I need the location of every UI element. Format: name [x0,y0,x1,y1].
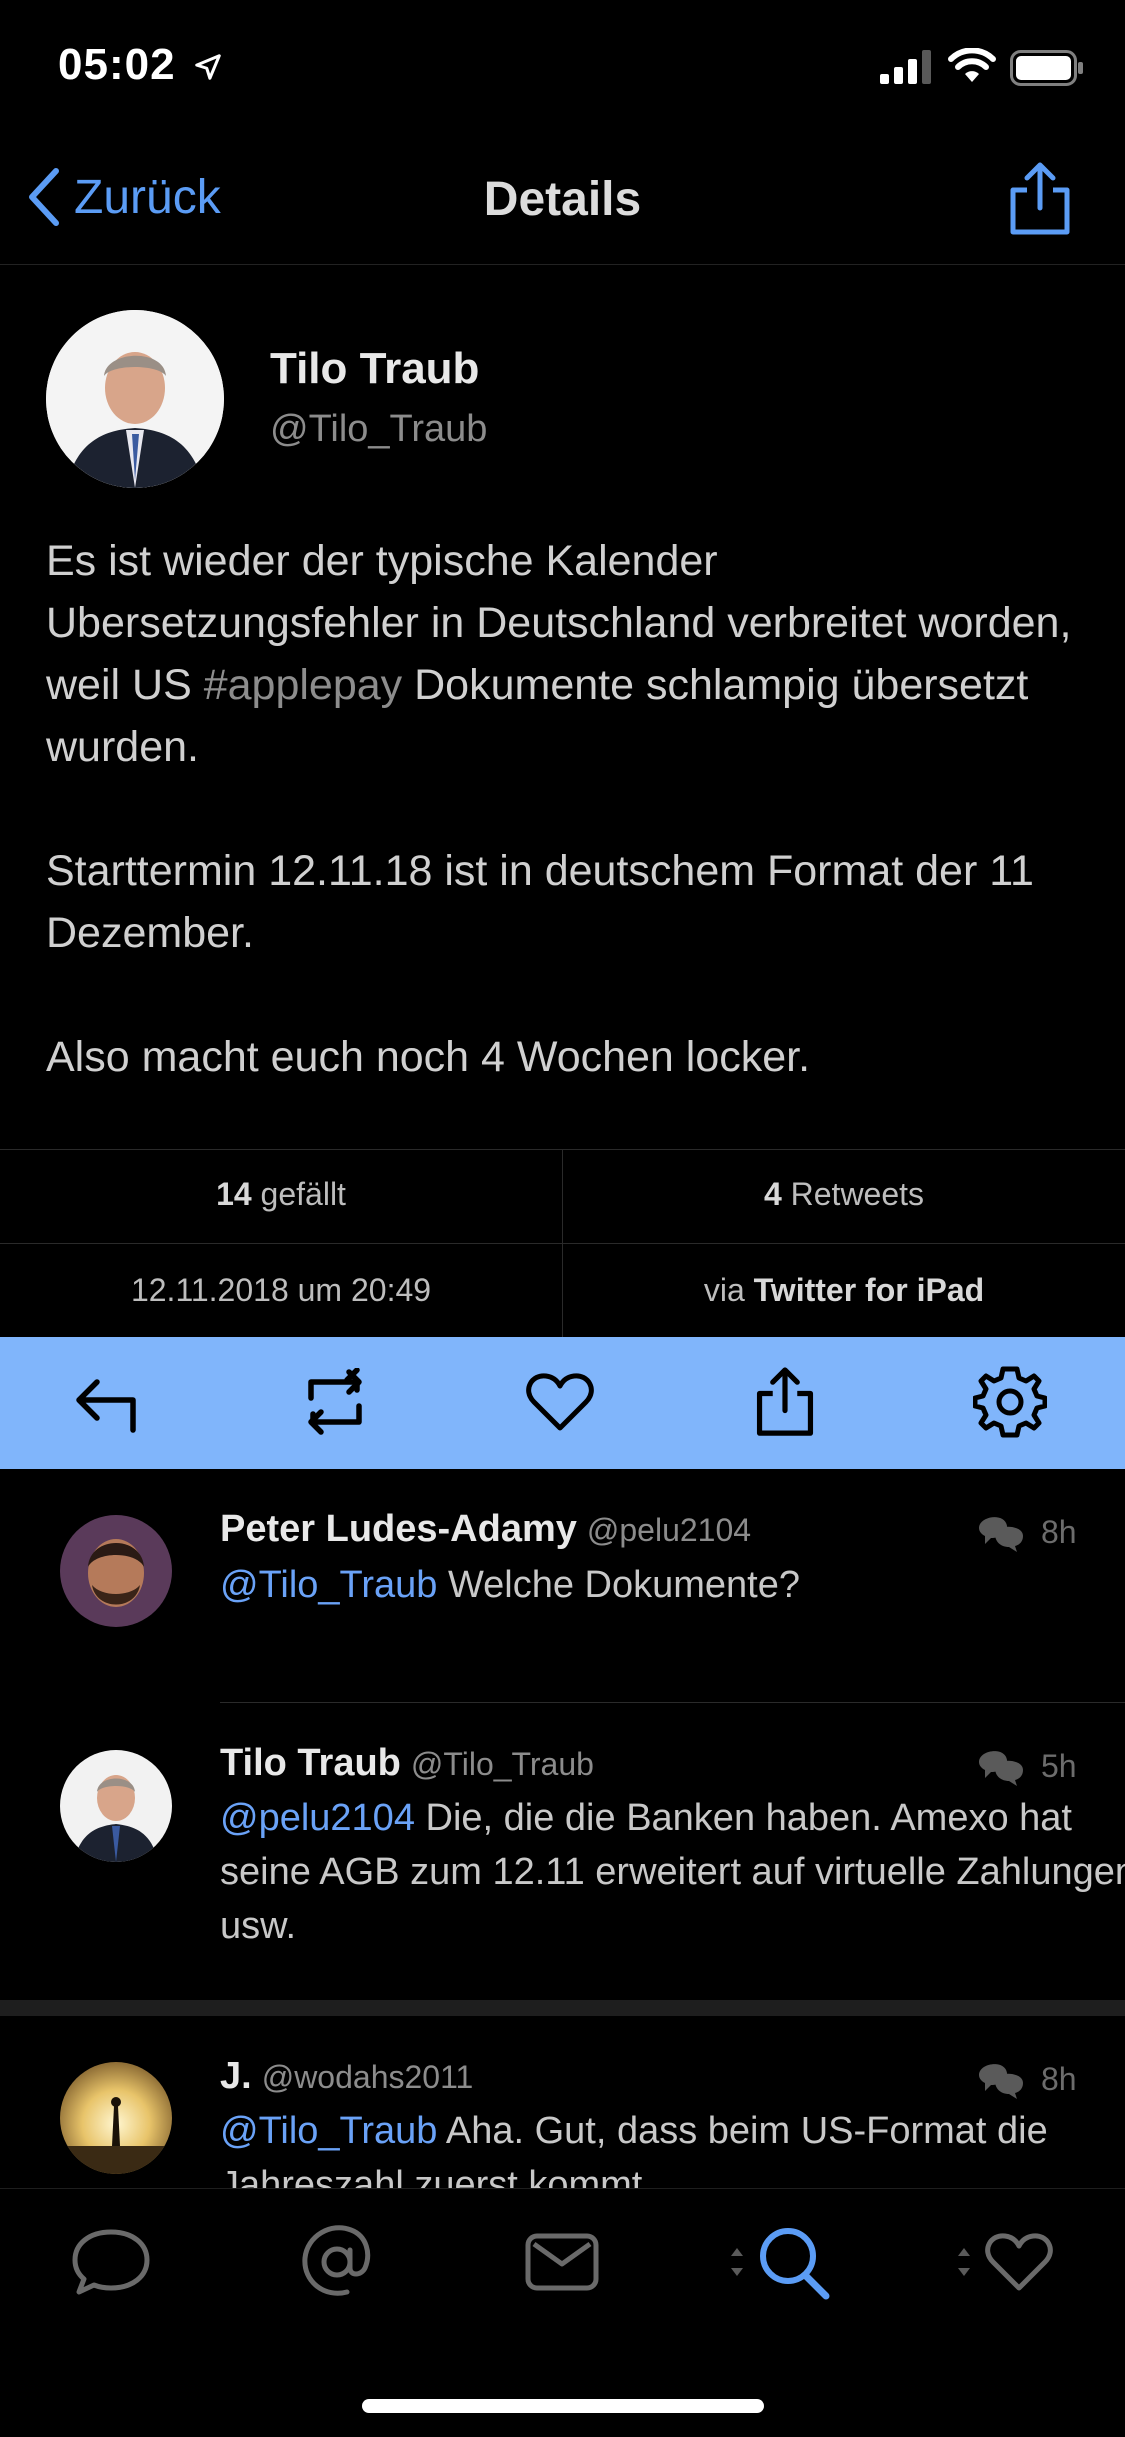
page-title: Details [483,173,642,226]
reply-icon [76,1379,136,1433]
tab-messages[interactable] [517,2222,607,2302]
share-icon [756,1367,814,1436]
mention-link[interactable]: @Tilo_Traub [220,2110,437,2152]
share-icon [1010,162,1070,235]
share-tweet-button[interactable] [745,1362,825,1442]
tab-timeline[interactable] [66,2222,156,2302]
tab-favorites[interactable] [945,2222,1065,2302]
reply-author-handle: @pelu2104 [586,1512,752,1548]
reply-header[interactable]: Peter Ludes-Adamy @pelu2104 [220,1508,751,1551]
status-time: 05:02 [58,40,223,90]
reply-meta: 5h [975,1744,1077,1788]
chat-bubble-icon [72,2229,150,2295]
author-name[interactable]: Tilo Traub [270,344,479,394]
reply-author-handle: @wodahs2011 [261,2059,474,2095]
status-time-label: 05:02 [58,40,176,89]
reply-avatar[interactable] [60,1750,172,1862]
envelope-icon [525,2233,599,2291]
conversation-icon [979,2064,1023,2099]
hashtag-link[interactable]: #applepay [204,661,402,709]
retweets-stat[interactable]: 4 Retweets [563,1176,1125,1213]
retweets-label: Retweets [790,1176,925,1212]
reply-meta: 8h [975,1510,1077,1554]
author-handle[interactable]: @Tilo_Traub [270,408,487,451]
reply-author-name: Tilo Traub [220,1742,401,1784]
reply-author-handle: @Tilo_Traub [410,1746,594,1782]
reply-header[interactable]: Tilo Traub @Tilo_Traub [220,1742,594,1785]
home-indicator[interactable] [362,2399,764,2413]
sort-arrows-icon [958,2248,970,2276]
heart-icon [526,1373,594,1431]
retweets-count: 4 [763,1176,782,1212]
via-label: via [703,1272,745,1308]
likes-count: 14 [216,1176,252,1212]
divider [220,1702,1125,1703]
reply-header[interactable]: J. @wodahs2011 [220,2055,473,2098]
location-arrow-icon [195,54,221,81]
gear-icon [973,1366,1047,1438]
retweet-button[interactable] [295,1362,375,1442]
reply-body: Welche Dokumente? [437,1564,800,1606]
reply-meta: 8h [975,2057,1077,2101]
reply-author-name: Peter Ludes-Adamy [220,1508,577,1550]
reply-text: @Tilo_Traub Welche Dokumente? [220,1558,1125,1612]
reply-avatar[interactable] [60,2062,172,2174]
client-name: Twitter for iPad [753,1272,985,1308]
likes-label: gefällt [260,1176,346,1212]
mention-link[interactable]: @Tilo_Traub [220,1564,437,1606]
tweet-text: Es ist wieder der typische Kalender Uber… [46,530,1086,1150]
sort-arrows-icon [731,2248,743,2276]
reply-button[interactable] [67,1362,147,1442]
tweet-paragraph: Es ist wieder der typische Kalender Uber… [46,530,1086,778]
tweet-client: via Twitter for iPad [563,1272,1125,1309]
signal-icon [880,50,936,89]
at-icon [302,2225,371,2296]
settings-button[interactable] [970,1362,1050,1442]
tab-mentions[interactable] [292,2222,382,2302]
tweet-paragraph: Also macht euch noch 4 Wochen locker. [46,1033,811,1081]
heart-icon [985,2233,1053,2291]
reply-time: 8h [1041,2060,1077,2097]
likes-stat[interactable]: 14 gefällt [0,1176,562,1213]
conversation-icon [979,1517,1023,1552]
author-avatar[interactable] [46,310,224,488]
tweet-date: 12.11.2018 um 20:49 [130,1272,432,1308]
tab-search[interactable] [720,2222,840,2302]
reply-time: 5h [1041,1747,1077,1784]
battery-icon [1010,50,1084,91]
reply-time: 8h [1041,1513,1077,1550]
reply-author-name: J. [220,2055,252,2097]
reply-text: @pelu2104 Die, die die Banken haben. Ame… [220,1791,1125,1953]
section-separator [0,2000,1125,2016]
mention-link[interactable]: @pelu2104 [220,1797,415,1839]
share-button[interactable] [1005,160,1075,243]
like-button[interactable] [520,1362,600,1442]
retweet-icon [308,1368,362,1435]
conversation-icon [979,1751,1023,1786]
wifi-icon [948,47,996,89]
search-icon [760,2228,830,2300]
tweet-paragraph: Starttermin 12.11.18 ist in deutschem Fo… [46,847,1034,957]
reply-avatar[interactable] [60,1515,172,1627]
